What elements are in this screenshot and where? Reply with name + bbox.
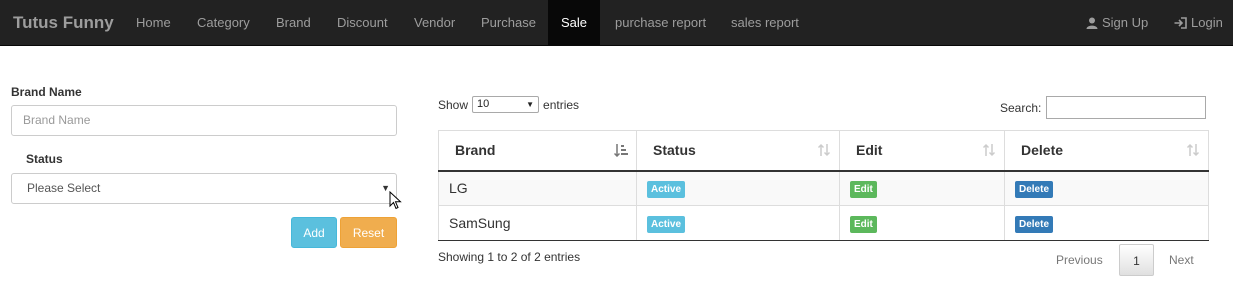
status-cell: Active	[636, 170, 840, 206]
show-label: Show	[438, 97, 469, 112]
navbar-brand[interactable]: Tutus Funny	[13, 13, 114, 33]
sort-asc-icon	[613, 143, 628, 160]
pagination-previous[interactable]: Previous	[1056, 244, 1103, 276]
pagination-next[interactable]: Next	[1169, 244, 1194, 276]
brand-table: Brand Status Edit Delete LG Active Edit …	[438, 130, 1209, 241]
delete-cell: Delete	[1004, 170, 1209, 206]
status-label: Status	[26, 152, 63, 166]
nav-item-discount[interactable]: Discount	[337, 0, 388, 45]
pagination-page-1[interactable]: 1	[1119, 244, 1154, 276]
status-badge: Active	[647, 180, 686, 198]
delete-button[interactable]: Delete	[1015, 180, 1054, 198]
column-header-status[interactable]: Status	[636, 130, 840, 172]
column-header-label: Delete	[1021, 142, 1064, 159]
nav-item-brand[interactable]: Brand	[276, 0, 311, 45]
edit-button[interactable]: Edit	[850, 215, 877, 233]
login-icon	[1174, 16, 1187, 29]
page-length-value: 10	[477, 98, 490, 110]
status-selected-value: Please Select	[27, 181, 101, 195]
status-select[interactable]: Please Select ▼	[11, 173, 397, 204]
edit-cell: Edit	[839, 205, 1005, 241]
sort-icon	[817, 143, 831, 160]
signup-label: Sign Up	[1102, 15, 1149, 30]
table-info: Showing 1 to 2 of 2 entries	[438, 250, 581, 264]
column-header-label: Status	[653, 142, 696, 159]
signup-link[interactable]: Sign Up	[1086, 0, 1148, 45]
edit-cell: Edit	[839, 170, 1005, 206]
add-button[interactable]: Add	[291, 217, 337, 248]
brand-cell: SamSung	[438, 205, 637, 241]
brand-name-input[interactable]: Brand Name	[11, 105, 397, 136]
column-header-delete[interactable]: Delete	[1004, 130, 1209, 172]
delete-cell: Delete	[1004, 205, 1209, 241]
chevron-down-icon: ▼	[526, 100, 535, 109]
page-length-control: Show 10 ▼ entries	[438, 96, 579, 113]
entries-label: entries	[543, 97, 580, 112]
column-header-brand[interactable]: Brand	[438, 130, 637, 172]
nav-item-vendor[interactable]: Vendor	[414, 0, 455, 45]
search-label: Search:	[1000, 100, 1042, 115]
column-header-label: Edit	[856, 142, 883, 159]
nav-item-purchase-report[interactable]: purchase report	[615, 0, 706, 45]
nav-item-sales-report[interactable]: sales report	[731, 0, 799, 45]
nav-item-category[interactable]: Category	[197, 0, 250, 45]
sort-icon	[1186, 143, 1200, 160]
column-header-edit[interactable]: Edit	[839, 130, 1005, 172]
nav-item-sale[interactable]: Sale	[548, 0, 600, 45]
sort-icon	[982, 143, 996, 160]
navbar: Tutus Funny Home Category Brand Discount…	[0, 0, 1233, 46]
edit-button[interactable]: Edit	[850, 180, 877, 198]
reset-button[interactable]: Reset	[340, 217, 397, 248]
brand-cell: LG	[438, 170, 637, 206]
search-control: Search:	[1000, 96, 1207, 119]
status-cell: Active	[636, 205, 840, 241]
status-badge: Active	[647, 215, 686, 233]
column-header-label: Brand	[455, 142, 496, 159]
mouse-pointer-icon	[389, 190, 402, 213]
login-link[interactable]: Login	[1174, 0, 1223, 45]
table-row: SamSung Active Edit Delete	[438, 205, 1209, 241]
table-row: LG Active Edit Delete	[438, 170, 1209, 206]
user-icon	[1086, 17, 1098, 29]
login-label: Login	[1191, 15, 1223, 30]
nav-item-home[interactable]: Home	[136, 0, 171, 45]
nav-item-purchase[interactable]: Purchase	[481, 0, 536, 45]
delete-button[interactable]: Delete	[1015, 215, 1054, 233]
page-length-select[interactable]: 10 ▼	[472, 96, 540, 113]
brand-name-label: Brand Name	[11, 85, 82, 99]
search-input[interactable]	[1046, 96, 1207, 119]
